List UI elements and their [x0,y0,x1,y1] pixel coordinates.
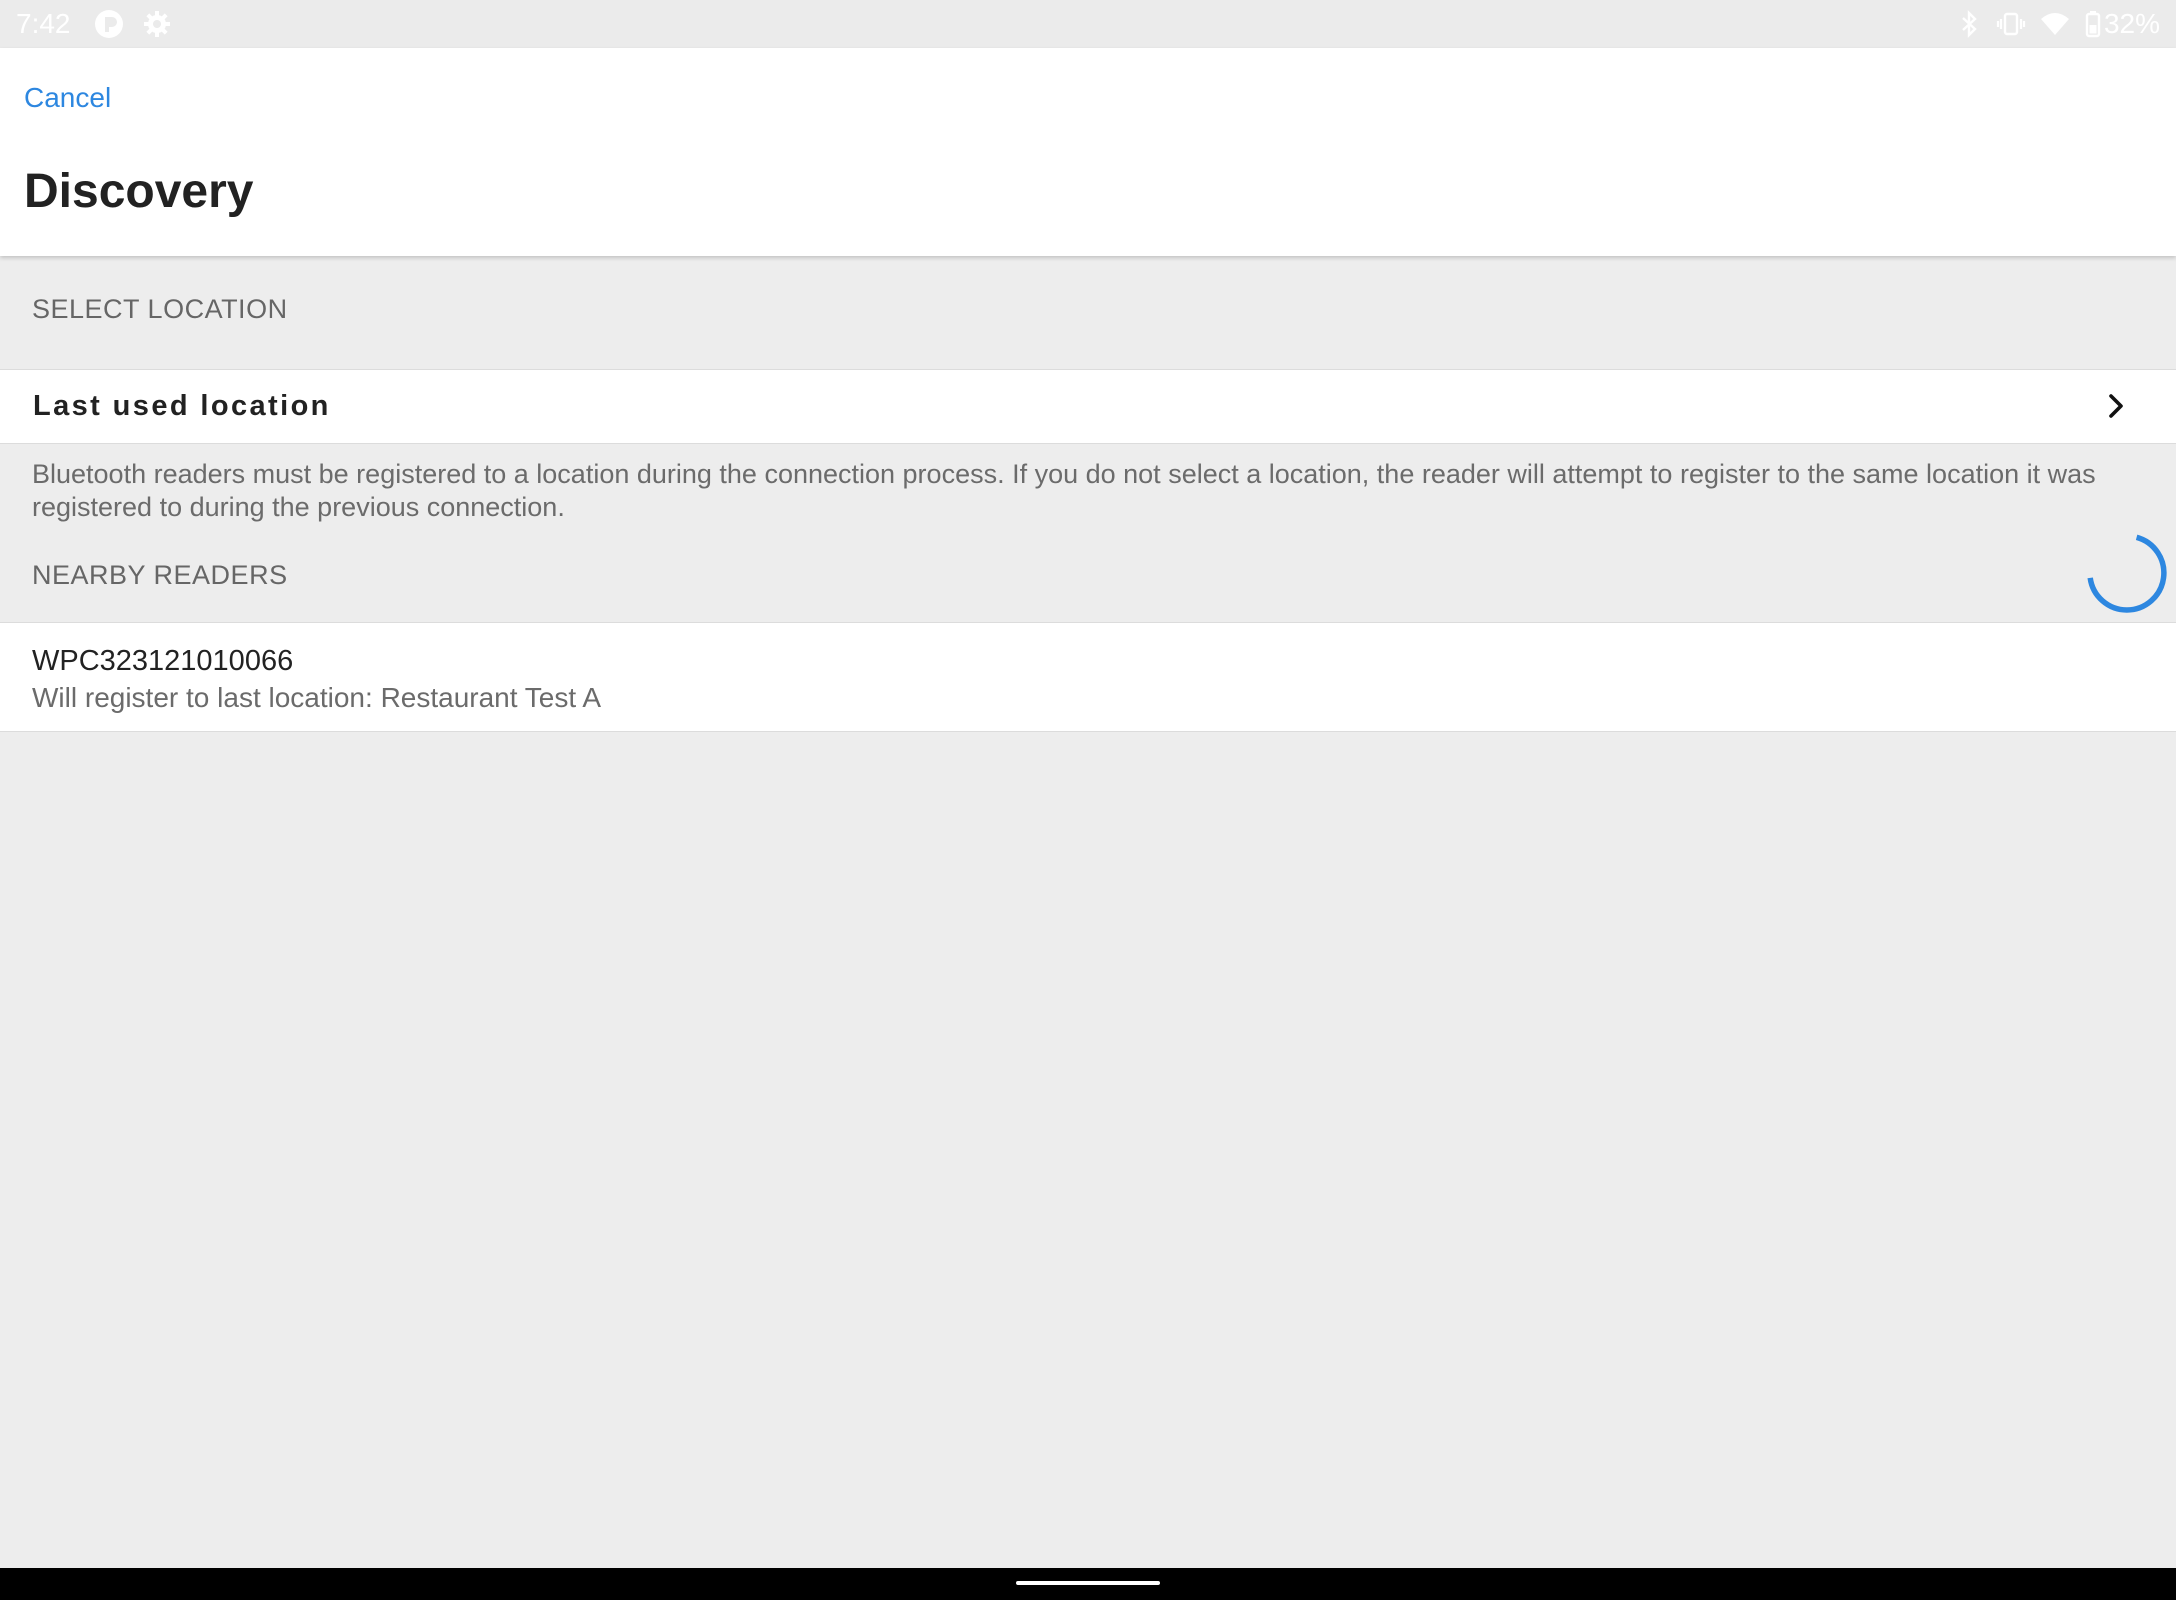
reader-location-subtitle: Will register to last location: Restaura… [32,682,602,713]
bluetooth-icon [1962,10,1977,38]
last-used-location-row[interactable]: Last used location [0,369,2176,444]
select-location-section-title: SELECT LOCATION [32,294,288,324]
location-help-text: Bluetooth readers must be registered to … [32,459,2096,522]
nearby-readers-section-title: NEARBY READERS [32,560,288,590]
page-title: Discovery [24,165,254,218]
loading-spinner-icon [2087,534,2167,613]
chevron-right-icon [2109,394,2123,418]
vibrate-icon [1996,12,2026,36]
settings-icon [144,11,170,37]
app-logo-icon [95,10,123,38]
reader-name: WPC323121010066 [32,645,294,677]
home-gesture-handle[interactable] [1016,1581,1160,1585]
status-bar: 7:42 32% [0,0,2176,48]
last-used-location-label: Last used location [33,390,331,422]
reader-list-item[interactable]: WPC323121010066 Will register to last lo… [0,622,2176,732]
wifi-icon [2041,13,2069,35]
navigation-bar [0,1568,2176,1600]
header: Cancel Discovery [0,48,2176,256]
status-time: 7:42 [16,8,71,39]
cancel-button[interactable]: Cancel [24,80,111,116]
battery-percentage: 32% [2103,8,2160,39]
